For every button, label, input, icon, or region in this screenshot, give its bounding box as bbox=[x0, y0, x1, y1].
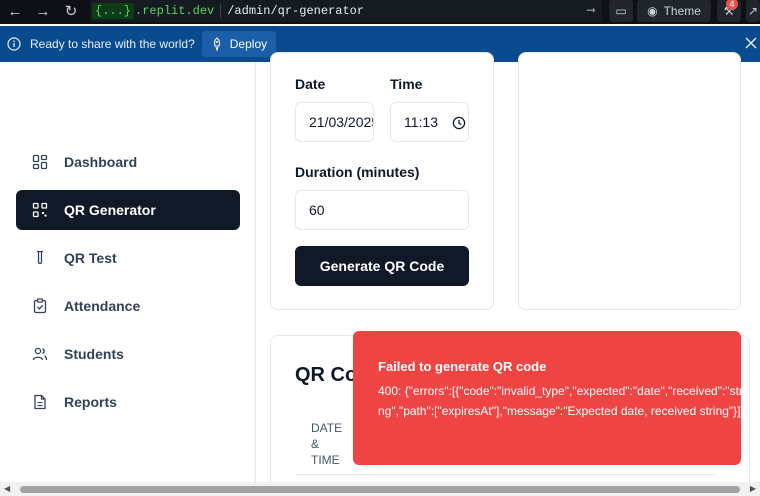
url-separator bbox=[220, 4, 222, 18]
time-value: 11:13 bbox=[404, 114, 438, 130]
toast-title: Failed to generate QR code bbox=[378, 359, 547, 374]
deploy-button[interactable]: Deploy bbox=[201, 31, 277, 57]
sidebar-item-label: QR Test bbox=[64, 250, 117, 266]
column-header-line: TIME bbox=[311, 453, 340, 467]
url-badge: {...} bbox=[92, 3, 135, 19]
dashboard-icon bbox=[32, 154, 48, 170]
sidebar-item-dashboard[interactable]: Dashboard bbox=[16, 142, 240, 182]
column-header-line: DATE bbox=[311, 421, 343, 435]
sidebar-item-label: Dashboard bbox=[64, 154, 138, 170]
url-host: .replit.dev bbox=[135, 4, 215, 18]
scroll-left-icon[interactable]: ◀ bbox=[4, 484, 10, 493]
external-link-icon[interactable]: ↗ bbox=[746, 0, 760, 22]
scrollbar-thumb[interactable] bbox=[20, 486, 740, 493]
close-icon[interactable] bbox=[744, 36, 758, 50]
users-icon bbox=[32, 347, 48, 361]
date-value: 21/03/2025 bbox=[309, 114, 374, 130]
sidebar-item-label: Students bbox=[64, 346, 124, 362]
duration-label: Duration (minutes) bbox=[295, 164, 420, 180]
file-text-icon bbox=[34, 394, 46, 410]
banner-text: Ready to share with the world? bbox=[30, 37, 195, 51]
toast-message: 400: {"errors":[{"code":"invalid_type","… bbox=[378, 384, 741, 418]
clock-icon[interactable] bbox=[452, 116, 466, 130]
error-toast[interactable]: Failed to generate QR code 400: {"errors… bbox=[353, 331, 741, 465]
info-icon bbox=[7, 37, 21, 51]
url-path: /admin/qr-generator bbox=[227, 4, 365, 18]
sidebar-item-qr-test[interactable]: QR Test bbox=[16, 238, 240, 278]
deploy-label: Deploy bbox=[229, 37, 268, 51]
rocket-icon bbox=[213, 37, 220, 51]
open-in-new-tab-icon[interactable]: ➞ bbox=[586, 3, 596, 18]
sidebar: Dashboard QR Generator QR Test Attendanc… bbox=[0, 62, 256, 482]
sidebar-item-label: Attendance bbox=[64, 298, 141, 314]
browser-toolbar: ← → ↻ {...} .replit.dev /admin/qr-genera… bbox=[0, 0, 760, 24]
devices-icon[interactable]: ▭ bbox=[609, 0, 633, 22]
sidebar-item-students[interactable]: Students bbox=[16, 334, 240, 374]
table-divider bbox=[295, 474, 715, 475]
time-input[interactable]: 11:13 bbox=[390, 102, 469, 142]
sidebar-item-label: Reports bbox=[64, 394, 117, 410]
sidebar-item-attendance[interactable]: Attendance bbox=[16, 286, 240, 326]
qr-preview-card bbox=[518, 52, 741, 310]
sidebar-item-reports[interactable]: Reports bbox=[16, 382, 240, 422]
generate-qr-button[interactable]: Generate QR Code bbox=[295, 246, 469, 286]
test-tube-icon bbox=[37, 250, 43, 265]
horizontal-scrollbar[interactable]: ◀ ▶ bbox=[0, 482, 760, 496]
time-label: Time bbox=[390, 76, 423, 92]
column-header-date-time[interactable]: DATE & TIME bbox=[311, 420, 342, 468]
scroll-right-icon[interactable]: ▶ bbox=[750, 484, 756, 493]
column-header-line: & bbox=[311, 437, 320, 451]
clipboard-check-icon bbox=[33, 298, 47, 314]
date-label: Date bbox=[295, 76, 326, 92]
duration-value: 60 bbox=[309, 202, 325, 218]
sidebar-item-label: QR Generator bbox=[64, 202, 156, 218]
reload-icon[interactable]: ↻ bbox=[60, 0, 82, 22]
theme-label: Theme bbox=[663, 4, 701, 18]
sidebar-item-qr-generator[interactable]: QR Generator bbox=[16, 190, 240, 230]
forward-icon[interactable]: → bbox=[32, 0, 54, 22]
qr-code-icon bbox=[32, 202, 48, 218]
theme-button[interactable]: ◉ Theme bbox=[637, 0, 711, 22]
palette-icon: ◉ bbox=[647, 4, 658, 18]
back-icon[interactable]: ← bbox=[4, 0, 26, 22]
notification-badge: 4 bbox=[726, 0, 738, 10]
date-input[interactable]: 21/03/2025 bbox=[295, 102, 374, 142]
address-bar[interactable]: {...} .replit.dev /admin/qr-generator ➞ bbox=[90, 0, 602, 22]
tools-button[interactable]: ⚒ 4 bbox=[717, 0, 741, 22]
duration-input[interactable]: 60 bbox=[295, 190, 469, 230]
